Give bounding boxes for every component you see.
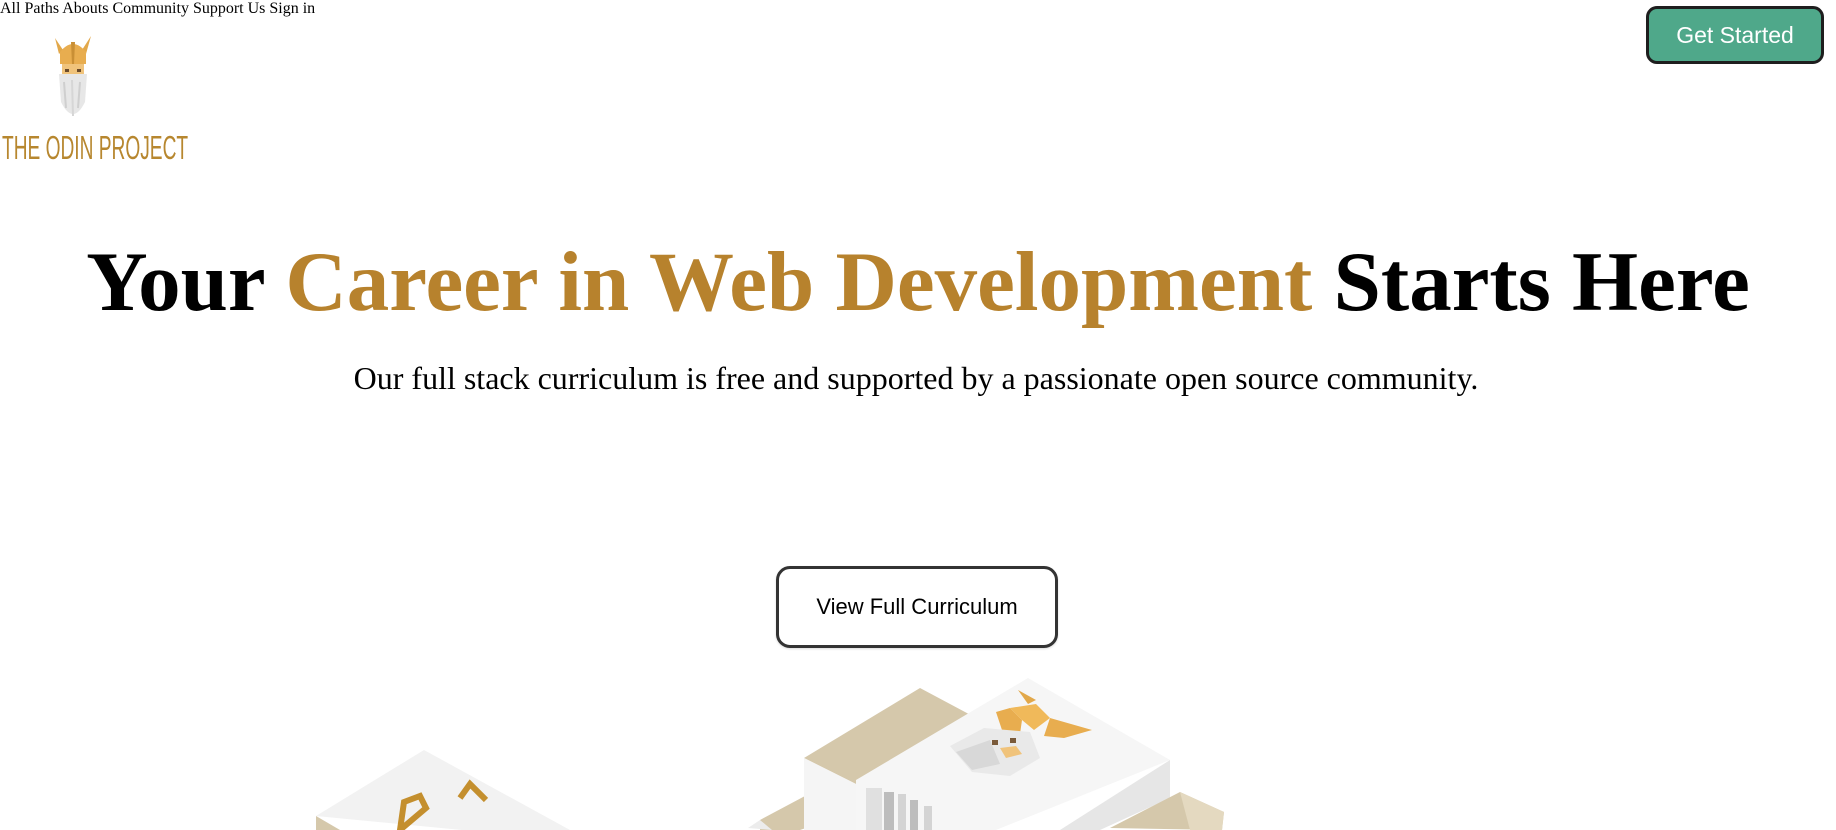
main-nav: All Paths Abouts Community Support Us Si… [0,0,1836,18]
nav-item-all-paths[interactable]: All Paths [0,0,59,17]
hero-title: Your Career in Web Development Starts He… [0,234,1836,330]
get-started-button[interactable]: Get Started [1646,6,1824,64]
hero-subtitle: Our full stack curriculum is free and su… [353,360,1479,396]
hero-title-end: Starts Here [1312,235,1750,329]
nav-item-support-us[interactable]: Support Us [193,0,265,17]
view-curriculum-button[interactable]: View Full Curriculum [776,566,1058,648]
nav-item-sign-in[interactable]: Sign in [269,0,315,17]
logo-wordmark: THE ODIN PROJECT [2,129,189,166]
code-block-illustration [316,750,570,830]
nav-item-abouts[interactable]: Abouts [62,0,108,17]
hero-title-accent: Career in Web Development [285,235,1313,329]
nav-item-community[interactable]: Community [112,0,188,17]
odin-viking-icon [55,36,91,117]
odin-tower-illustration [748,678,1224,830]
hero-illustration [316,678,1224,830]
site-logo[interactable]: THE ODIN PROJECT [0,30,188,180]
hero-title-start: Your [86,235,286,329]
